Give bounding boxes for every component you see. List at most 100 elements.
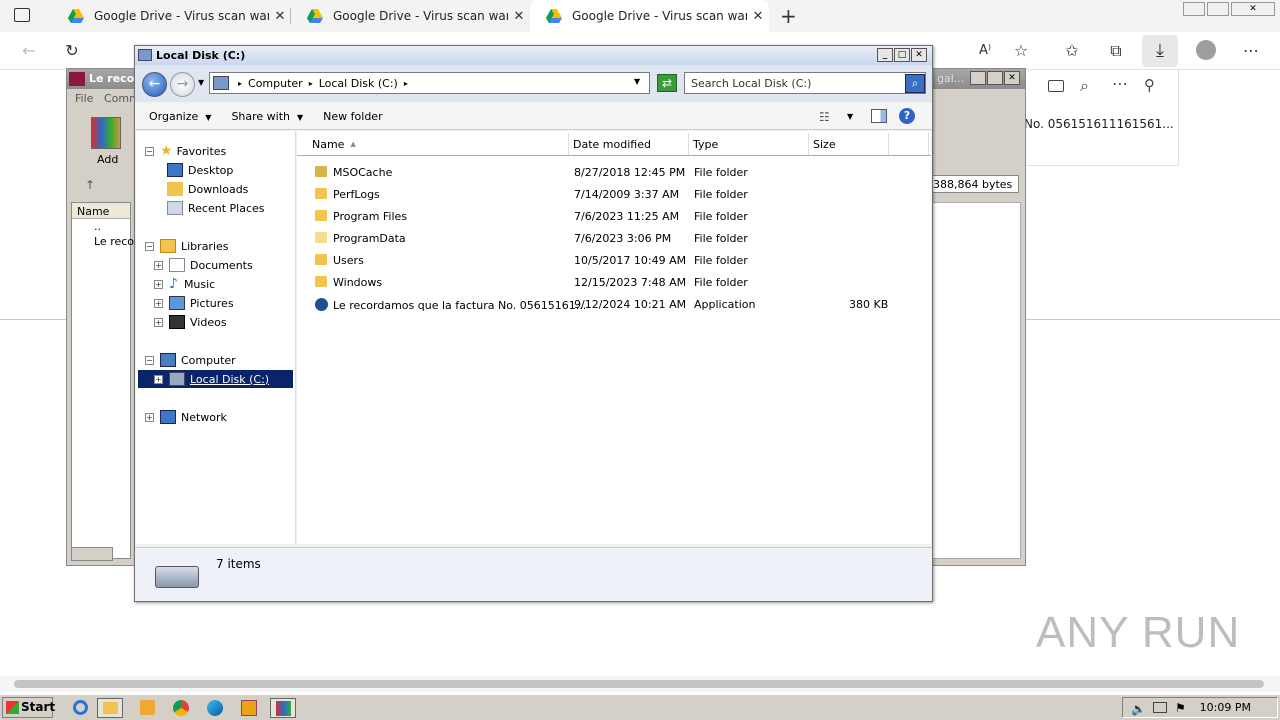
media-player-icon[interactable] <box>134 698 160 718</box>
browser-tab-3[interactable]: Google Drive - Virus scan warni ✕ <box>530 0 769 32</box>
maximize-button[interactable] <box>987 71 1003 85</box>
column-header-date[interactable]: Date modified <box>569 133 689 155</box>
close-window-button[interactable]: ✕ <box>1231 2 1275 16</box>
winrar-taskbar-icon[interactable] <box>270 698 296 718</box>
new-tab-button[interactable]: + <box>780 4 797 28</box>
list-item[interactable]: Le recor <box>72 234 139 249</box>
breadcrumb-local-disk[interactable]: Local Disk (C:) <box>319 77 398 90</box>
breadcrumb-arrow-icon[interactable]: ▸ <box>309 79 313 88</box>
drive-icon[interactable] <box>71 547 113 561</box>
refresh-icon[interactable]: ↻ <box>61 40 83 62</box>
column-header-name[interactable]: Name ▲ <box>297 133 569 155</box>
organize-menu[interactable]: Organize ▼ <box>149 110 211 123</box>
nav-documents[interactable]: + Documents <box>154 256 253 274</box>
close-tab-icon[interactable]: ✕ <box>508 9 530 24</box>
download-filename[interactable]: No. 056151611161561... <box>1024 117 1174 131</box>
flag-icon[interactable]: ⚑ <box>1175 699 1186 718</box>
address-dropdown-icon[interactable]: ▼ <box>634 77 640 86</box>
share-with-menu[interactable]: Share with ▼ <box>231 110 303 123</box>
search-icon[interactable]: ⌕ <box>905 74 925 93</box>
add-archive-icon[interactable] <box>91 117 121 149</box>
list-item[interactable]: .. <box>72 219 130 234</box>
collapse-icon[interactable]: − <box>145 146 154 156</box>
edge-icon[interactable] <box>202 698 228 718</box>
new-folder-button[interactable]: New folder <box>323 110 382 123</box>
chrome-icon[interactable] <box>168 698 194 718</box>
file-row[interactable]: PerfLogs 7/14/2009 3:37 AM File folder <box>311 184 911 206</box>
more-options-icon[interactable]: ⋯ <box>1240 40 1262 62</box>
clock[interactable]: 10:09 PM <box>1200 701 1251 714</box>
pin-icon[interactable]: ⚲ <box>1144 76 1155 94</box>
nav-recent-places[interactable]: Recent Places <box>167 199 265 217</box>
breadcrumb-arrow-icon[interactable]: ▸ <box>404 79 408 88</box>
file-row[interactable]: Program Files 7/6/2023 11:25 AM File fol… <box>311 206 911 228</box>
browser-tab-2[interactable]: Google Drive - Virus scan warni ✕ <box>291 0 530 32</box>
expand-icon[interactable]: + <box>154 298 163 308</box>
search-icon[interactable]: ⌕ <box>1080 76 1089 96</box>
close-tab-icon[interactable]: ✕ <box>269 9 291 24</box>
ie-icon[interactable] <box>67 698 93 718</box>
restore-button[interactable] <box>1207 2 1229 16</box>
menu-file[interactable]: File <box>75 92 93 105</box>
view-options-icon[interactable]: ☷ <box>819 110 830 124</box>
search-input[interactable]: Search Local Disk (C:) <box>684 72 926 94</box>
column-header-type[interactable]: Type <box>689 133 809 155</box>
nav-network[interactable]: + Network <box>145 408 227 426</box>
up-arrow-icon[interactable]: ↑ <box>85 178 95 192</box>
tab-actions-icon[interactable] <box>14 8 30 22</box>
close-tab-icon[interactable]: ✕ <box>747 9 769 24</box>
breadcrumb-computer[interactable]: Computer <box>248 77 303 90</box>
forward-button[interactable]: → <box>170 72 195 97</box>
refresh-icon[interactable]: ⇄ <box>657 74 677 92</box>
collapse-icon[interactable]: − <box>145 355 154 365</box>
nav-downloads[interactable]: Downloads <box>167 180 248 198</box>
close-button[interactable]: ✕ <box>911 48 927 62</box>
history-dropdown-icon[interactable]: ▼ <box>198 78 204 87</box>
file-row[interactable]: Windows 12/15/2023 7:48 AM File folder <box>311 272 911 294</box>
help-icon[interactable]: ? <box>899 108 915 124</box>
browser-tab-1[interactable]: Google Drive - Virus scan warni ✕ <box>52 0 291 32</box>
profile-avatar[interactable] <box>1196 40 1216 60</box>
minimize-button[interactable] <box>1183 2 1205 16</box>
view-dropdown-icon[interactable]: ▼ <box>847 112 853 121</box>
preview-pane-icon[interactable] <box>871 109 887 123</box>
outlook-icon[interactable] <box>236 698 262 718</box>
favorite-add-icon[interactable]: ☆ <box>1010 40 1032 62</box>
expand-icon[interactable]: + <box>154 260 163 270</box>
expand-icon[interactable]: + <box>154 317 163 327</box>
network-tray-icon[interactable] <box>1153 702 1167 713</box>
explorer-taskbar-icon[interactable] <box>97 698 123 718</box>
read-aloud-icon[interactable]: A⁾ <box>974 40 996 62</box>
favorites-icon[interactable]: ✩ <box>1061 40 1083 62</box>
downloads-button[interactable]: ⤓ <box>1142 35 1178 67</box>
explorer-window[interactable]: Local Disk (C:) _ □ ✕ ← → ▼ ▸ Computer ▸… <box>134 45 933 602</box>
address-bar[interactable]: ▸ Computer ▸ Local Disk (C:) ▸ ▼ <box>209 72 650 94</box>
name-header[interactable]: Name <box>72 203 130 219</box>
nav-local-disk[interactable]: + Local Disk (C:) <box>138 370 293 388</box>
column-header-extra[interactable] <box>889 133 929 155</box>
nav-pictures[interactable]: + Pictures <box>154 294 234 312</box>
volume-icon[interactable]: 🔈 <box>1131 700 1146 719</box>
back-button[interactable]: ← <box>142 72 167 97</box>
open-folder-icon[interactable] <box>1048 80 1064 92</box>
nav-music[interactable]: + ♪ Music <box>154 275 215 293</box>
horizontal-scrollbar[interactable] <box>0 676 1280 692</box>
expand-icon[interactable]: + <box>154 279 163 289</box>
minimize-button[interactable] <box>970 71 986 85</box>
breadcrumb-arrow-icon[interactable]: ▸ <box>238 79 242 88</box>
file-row[interactable]: Users 10/5/2017 10:49 AM File folder <box>311 250 911 272</box>
minimize-button[interactable]: _ <box>877 48 893 62</box>
nav-favorites[interactable]: − ★ Favorites <box>145 142 226 160</box>
expand-icon[interactable]: + <box>154 374 163 384</box>
column-header-size[interactable]: Size <box>809 133 889 155</box>
nav-videos[interactable]: + Videos <box>154 313 227 331</box>
close-button[interactable]: ✕ <box>1004 71 1020 85</box>
nav-computer[interactable]: − Computer <box>145 351 236 369</box>
collapse-icon[interactable]: − <box>145 241 154 251</box>
expand-icon[interactable]: + <box>145 412 154 422</box>
file-row[interactable]: ProgramData 7/6/2023 3:06 PM File folder <box>311 228 911 250</box>
nav-libraries[interactable]: − Libraries <box>145 237 229 255</box>
start-button[interactable]: Start <box>2 697 55 718</box>
more-icon[interactable]: ⋯ <box>1112 74 1128 93</box>
back-arrow-icon[interactable]: ← <box>18 40 40 62</box>
